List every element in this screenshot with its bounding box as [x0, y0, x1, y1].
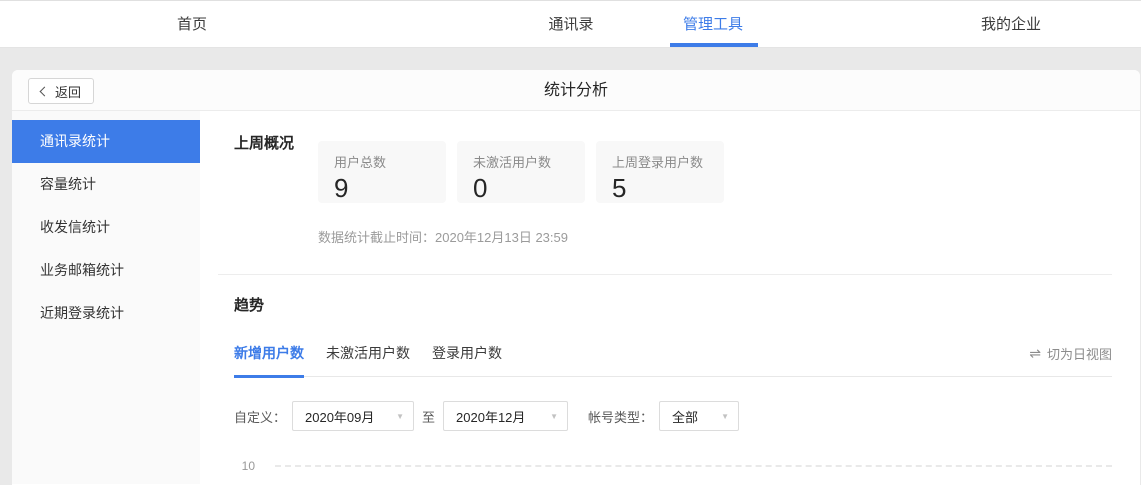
- chevron-down-icon: ▼: [396, 411, 405, 421]
- switch-to-day-view-button[interactable]: ⇌ 切为日视图: [1029, 343, 1112, 363]
- overview-section-title: 上周概况: [234, 135, 295, 152]
- end-month-select[interactable]: 2020年12月 ▼: [443, 401, 569, 431]
- sidebar-item-mail-stats[interactable]: 收发信统计: [12, 206, 200, 249]
- nav-item-home[interactable]: 首页: [177, 1, 207, 48]
- stat-card-value: 5: [612, 173, 627, 203]
- nav-item-admin-tools[interactable]: 管理工具: [683, 1, 743, 48]
- tab-login-users[interactable]: 登录用户数: [432, 343, 502, 378]
- account-type-value: 全部: [672, 409, 699, 425]
- start-month-value: 2020年09月: [305, 409, 375, 425]
- stat-card-value: 9: [334, 173, 349, 203]
- stat-card-label: 未激活用户数: [473, 155, 552, 170]
- end-month-value: 2020年12月: [456, 409, 526, 425]
- account-type-label: 帐号类型：: [588, 409, 654, 425]
- sidebar-item-contacts-stats[interactable]: 通讯录统计: [12, 120, 200, 163]
- stat-card-lastweek-login-users: 上周登录用户数 5: [596, 141, 724, 203]
- back-button-label: 返回: [55, 84, 82, 100]
- sidebar-item-recent-login-stats[interactable]: 近期登录统计: [12, 292, 200, 335]
- y-axis-tick-label: 10: [241, 459, 255, 473]
- trend-filter-bar: 自定义： 2020年09月 ▼ 至 2020年12月 ▼ 帐号类型： 全部 ▼: [234, 401, 1112, 431]
- tab-new-users[interactable]: 新增用户数: [234, 343, 304, 378]
- sidebar-item-capacity-stats[interactable]: 容量统计: [12, 163, 200, 206]
- overview-section: 上周概况 用户总数 9 未激活用户数 0 上周登录用户数 5: [234, 132, 1112, 203]
- stat-card-label: 上周登录用户数: [612, 155, 704, 170]
- chevron-left-icon: [39, 86, 50, 97]
- stat-card-inactive-users: 未激活用户数 0: [457, 141, 585, 203]
- chevron-down-icon: ▼: [550, 411, 559, 421]
- trend-section-title: 趋势: [234, 297, 265, 314]
- active-tab-underline: [670, 43, 758, 47]
- sidebar-item-biz-mailbox-stats[interactable]: 业务邮箱统计: [12, 249, 200, 292]
- panel-header: 返回 统计分析: [12, 70, 1140, 111]
- sidebar: 通讯录统计 容量统计 收发信统计 业务邮箱统计 近期登录统计: [12, 111, 200, 484]
- stat-cards: 用户总数 9 未激活用户数 0 上周登录用户数 5: [318, 141, 724, 203]
- trend-chart: 10: [234, 459, 1112, 473]
- back-button[interactable]: 返回: [28, 78, 95, 104]
- chart-gridline: [275, 465, 1112, 467]
- section-divider: [218, 274, 1112, 275]
- account-type-select[interactable]: 全部 ▼: [659, 401, 740, 431]
- page-title: 统计分析: [543, 82, 608, 99]
- stat-card-label: 用户总数: [334, 155, 387, 170]
- stat-card-total-users: 用户总数 9: [318, 141, 446, 203]
- start-month-select[interactable]: 2020年09月 ▼: [292, 401, 415, 431]
- nav-item-my-company[interactable]: 我的企业: [981, 1, 1041, 48]
- stat-card-value: 0: [473, 173, 488, 203]
- stats-panel: 返回 统计分析 通讯录统计 容量统计 收发信统计 业务邮箱统计 近期登录统计 上…: [12, 70, 1140, 485]
- view-toggle-label: 切为日视图: [1046, 347, 1112, 362]
- trend-tab-bar: 新增用户数 未激活用户数 登录用户数 ⇌ 切为日视图: [234, 343, 1112, 378]
- nav-item-contacts[interactable]: 通讯录: [548, 1, 593, 48]
- tab-inactive-users[interactable]: 未激活用户数: [326, 343, 410, 378]
- chevron-down-icon: ▼: [721, 411, 730, 421]
- top-nav: 首页 通讯录 管理工具 我的企业: [0, 0, 1141, 48]
- range-to-label: 至: [422, 409, 436, 425]
- content-area: 上周概况 用户总数 9 未激活用户数 0 上周登录用户数 5 数据统计截止时间：…: [200, 111, 1140, 484]
- data-cutoff-note: 数据统计截止时间：2020年12月13日 23:59: [318, 230, 568, 245]
- swap-icon: ⇌: [1029, 345, 1041, 361]
- custom-range-label: 自定义：: [234, 409, 287, 425]
